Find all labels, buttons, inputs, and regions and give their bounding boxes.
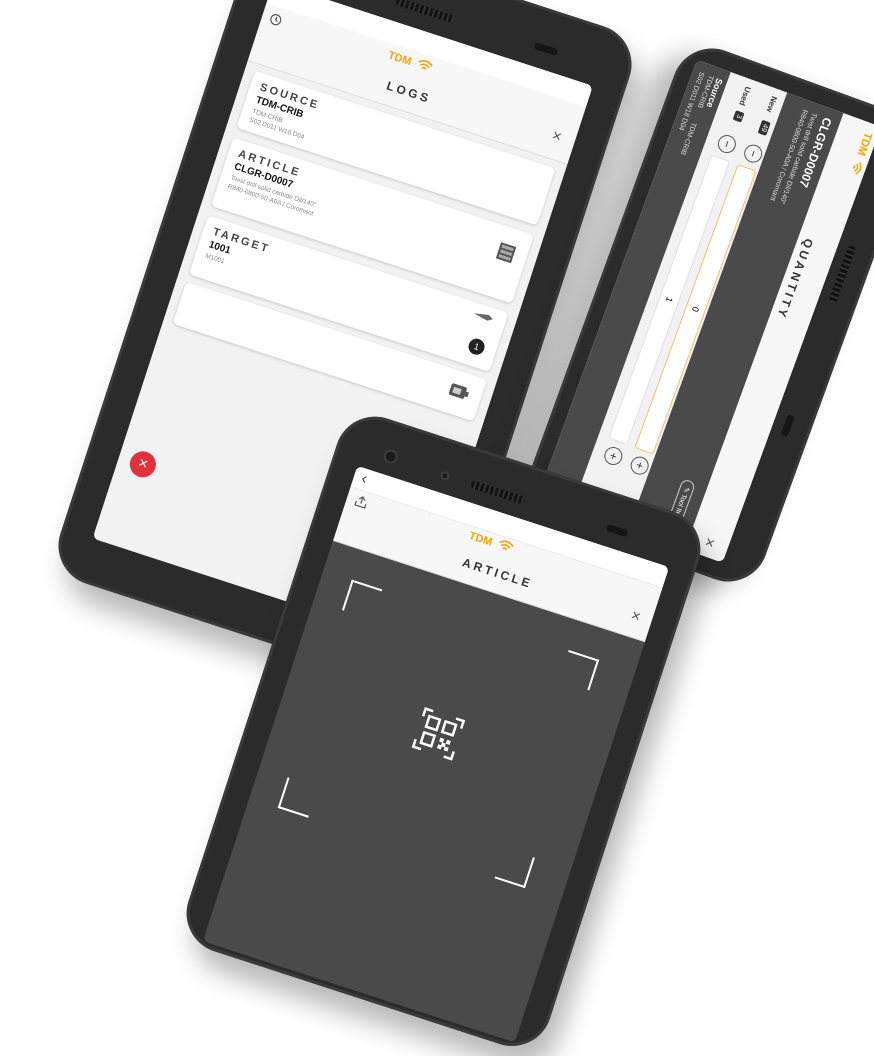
close-icon[interactable]: × [550, 127, 564, 146]
back-icon[interactable]: ‹ [275, 0, 285, 5]
clear-logs-button[interactable]: × [126, 447, 160, 481]
cabinet-icon [491, 238, 520, 270]
minus-new-button[interactable]: − [741, 142, 765, 166]
wifi-icon [495, 537, 516, 559]
proximity-sensor [605, 523, 629, 538]
speaker-grill [395, 0, 455, 24]
export-icon[interactable] [351, 493, 370, 515]
plus-used-button[interactable]: + [601, 444, 625, 468]
brand-label: TDM [467, 529, 494, 549]
plus-new-button[interactable]: + [628, 454, 652, 478]
wifi-icon [844, 157, 866, 176]
speaker-grill [470, 479, 526, 505]
history-icon[interactable] [267, 11, 284, 32]
brand-label: TDM [854, 130, 874, 158]
used-label: Used [737, 85, 753, 107]
sensor-dot [441, 472, 449, 479]
front-camera [384, 450, 398, 463]
proximity-sensor [533, 42, 559, 57]
qr-code-icon[interactable] [409, 706, 466, 766]
page-title: LOGS [384, 78, 433, 107]
machine-icon [444, 379, 473, 410]
new-label: New [764, 94, 779, 114]
close-icon[interactable]: × [629, 607, 643, 626]
brand-label: TDM [386, 49, 413, 69]
wifi-icon [414, 57, 435, 79]
scan-frame [277, 579, 600, 889]
quantity-badge: 1 [466, 336, 487, 357]
new-count-badge: 49 [757, 119, 771, 136]
page-title: ARTICLE [460, 555, 535, 592]
close-icon[interactable]: × [700, 535, 719, 550]
drill-icon [469, 306, 496, 331]
minus-used-button[interactable]: − [715, 132, 739, 156]
back-icon[interactable]: ‹ [359, 470, 369, 489]
used-count-badge: 3 [732, 110, 745, 123]
proximity-sensor [780, 414, 795, 438]
